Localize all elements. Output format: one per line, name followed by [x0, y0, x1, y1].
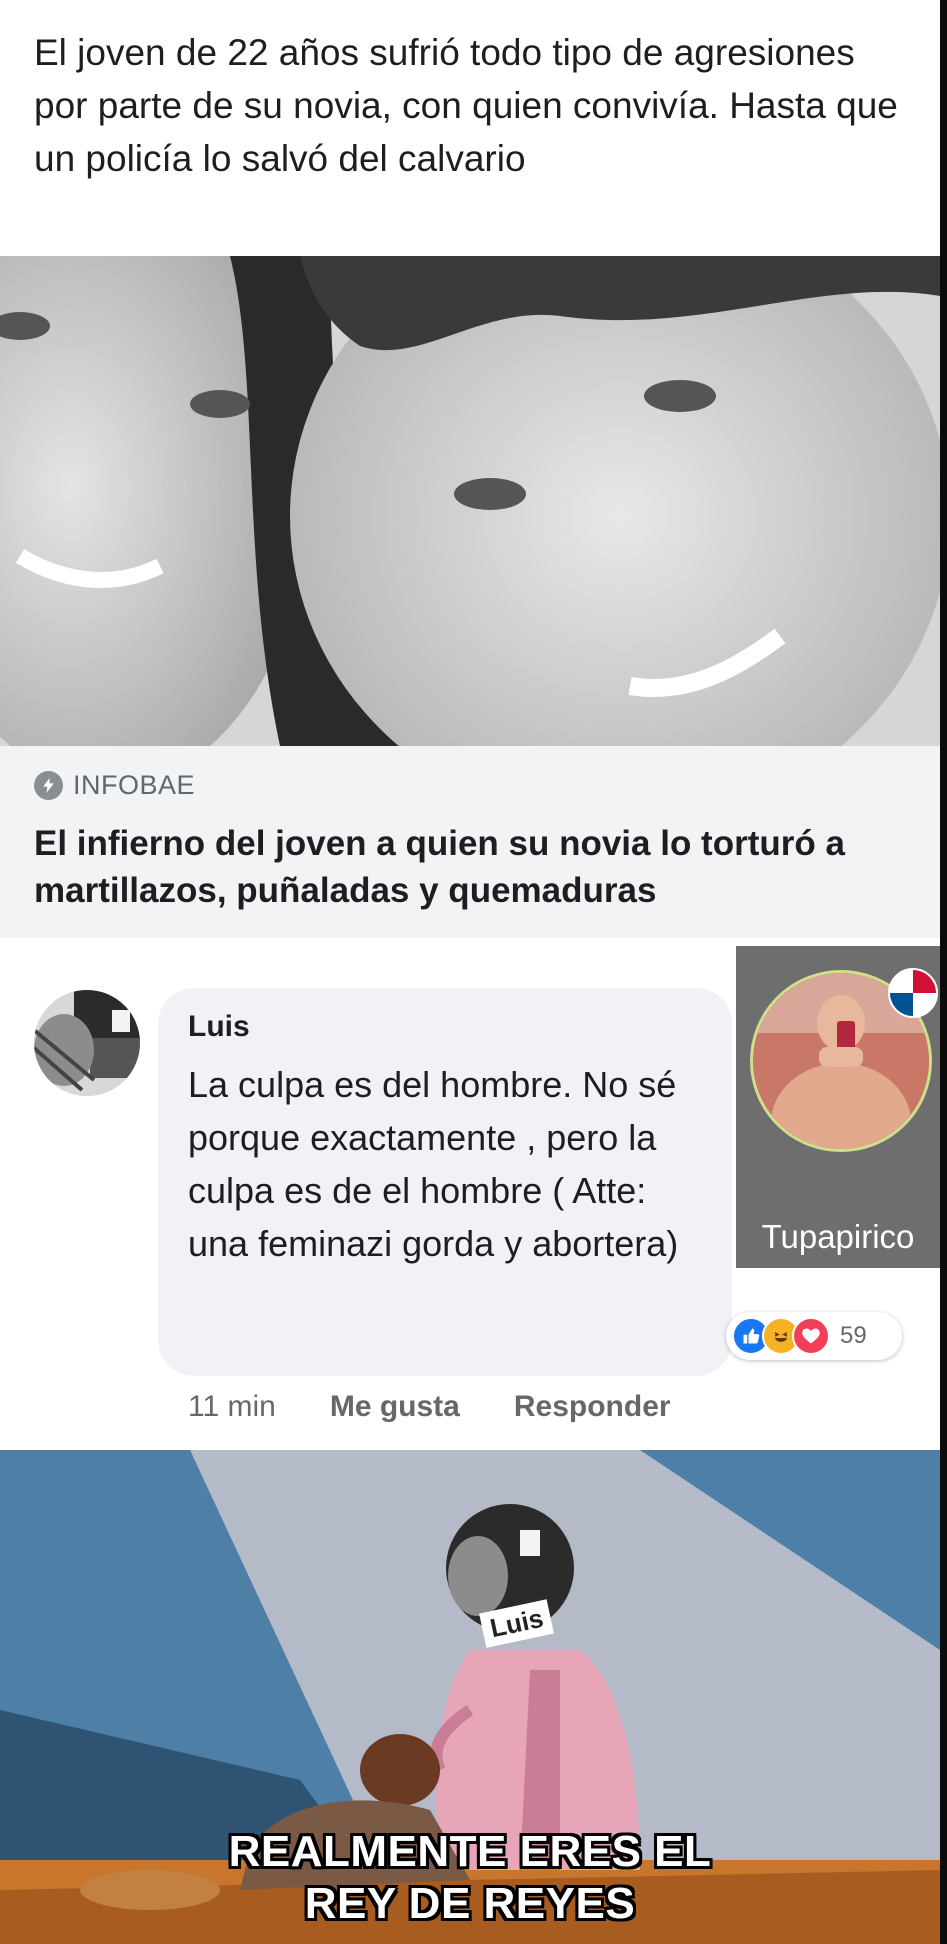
comment-author[interactable]: Luis	[188, 1010, 250, 1044]
like-button[interactable]: Me gusta	[330, 1390, 460, 1424]
source-name: INFOBAE	[73, 770, 196, 800]
link-title[interactable]: El infierno del joven a quien su novia l…	[34, 820, 914, 914]
love-reaction-icon	[792, 1317, 830, 1355]
comment-text: La culpa es del hombre. No sé porque exa…	[188, 1064, 679, 1264]
link-preview[interactable]: INFOBAE El infierno del joven a quien su…	[0, 746, 940, 938]
cat-avatar-icon	[34, 990, 140, 1096]
avatar[interactable]	[34, 990, 140, 1096]
link-source: INFOBAE	[34, 770, 195, 801]
comment-actions: 11 min Me gusta Responder	[188, 1390, 671, 1424]
profile-card: Tupapirico	[736, 946, 940, 1268]
caption-line-2: REY DE REYES	[304, 1879, 636, 1928]
comment-time[interactable]: 11 min	[188, 1390, 276, 1424]
bolt-icon	[34, 771, 63, 800]
panama-flag-icon	[888, 968, 938, 1018]
reply-button[interactable]: Responder	[514, 1390, 671, 1424]
couple-photo-illustration	[0, 256, 940, 746]
meme-panel: Luis REALMENTE ERES EL REY DE REYES	[0, 1450, 940, 1944]
meme-caption: REALMENTE ERES EL REY DE REYES	[0, 1826, 940, 1930]
post-header: El joven de 22 años sufrió todo tipo de …	[0, 0, 940, 256]
profile-name: Tupapirico	[761, 1218, 915, 1255]
reactions-summary[interactable]: 59	[726, 1312, 902, 1360]
post-text: El joven de 22 años sufrió todo tipo de …	[34, 32, 898, 179]
comment-bubble: Luis La culpa es del hombre. No sé porqu…	[158, 988, 732, 1376]
article-photo[interactable]	[0, 256, 940, 746]
reaction-count: 59	[840, 1322, 867, 1349]
caption-line-1: REALMENTE ERES EL	[228, 1827, 712, 1876]
